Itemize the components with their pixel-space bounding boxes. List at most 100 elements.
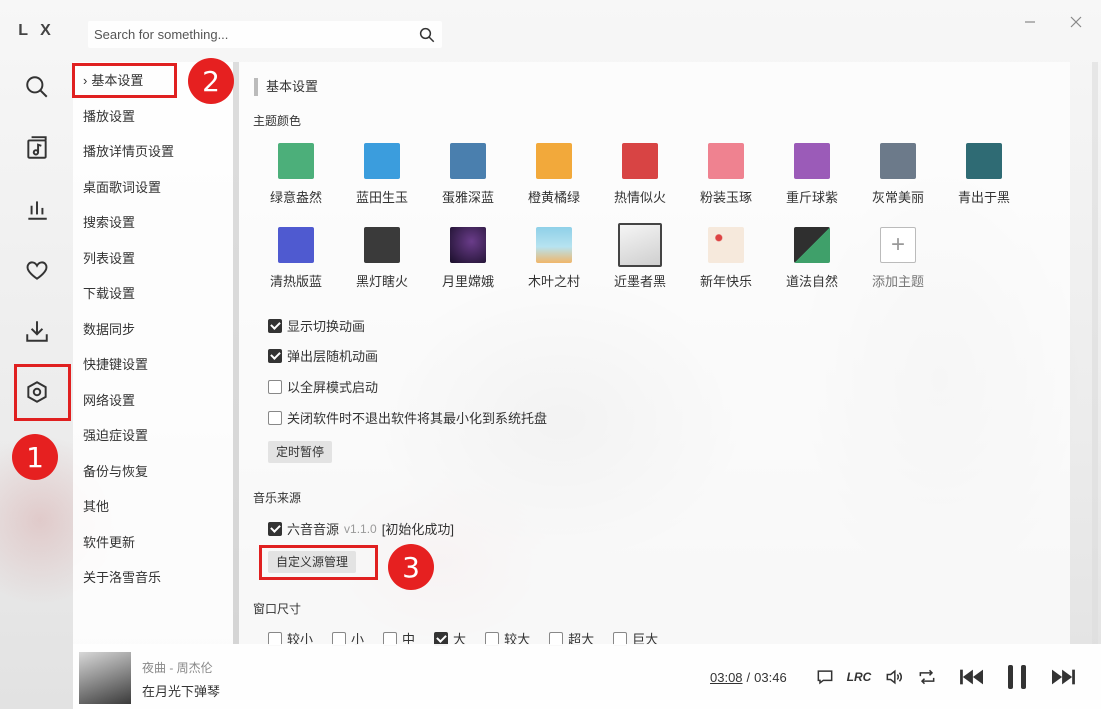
- rail-library-button[interactable]: [16, 127, 58, 169]
- nav-item-sync[interactable]: 数据同步: [83, 319, 135, 341]
- close-icon: [1070, 16, 1082, 28]
- nav-item-desktop-lyric[interactable]: 桌面歌词设置: [83, 177, 161, 199]
- option-popup-animation[interactable]: 弹出层随机动画: [268, 346, 378, 365]
- theme-label: 绿意盎然: [269, 190, 322, 205]
- previous-button[interactable]: [957, 664, 987, 690]
- theme-option[interactable]: 蓝田生玉: [342, 143, 422, 206]
- theme-swatch: [708, 227, 744, 263]
- volume-button[interactable]: [882, 666, 906, 688]
- theme-option[interactable]: 重斤球紫: [772, 143, 852, 206]
- album-cover[interactable]: [79, 652, 131, 704]
- theme-option[interactable]: 黑灯瞎火: [342, 227, 422, 290]
- theme-option[interactable]: 橙黄橘绿: [514, 143, 594, 206]
- option-label: 关闭软件时不退出软件将其最小化到系统托盘: [287, 411, 548, 426]
- nav-item-update[interactable]: 软件更新: [83, 532, 135, 554]
- annotation-box-settings: [14, 364, 71, 421]
- theme-option[interactable]: 热情似火: [600, 143, 680, 206]
- option-fullscreen-start[interactable]: 以全屏模式启动: [268, 377, 378, 396]
- theme-option[interactable]: 木叶之村: [514, 227, 594, 290]
- checkbox[interactable]: [268, 348, 282, 363]
- nav-item-download[interactable]: 下载设置: [83, 283, 135, 305]
- theme-option[interactable]: 月里嫦娥: [428, 227, 508, 290]
- option-switch-animation[interactable]: 显示切换动画: [268, 316, 365, 335]
- checkbox[interactable]: [268, 379, 282, 394]
- theme-swatch: [708, 143, 744, 179]
- desktop-lyric-button[interactable]: LRC: [846, 666, 872, 688]
- theme-option[interactable]: 清热版蓝: [256, 227, 336, 290]
- theme-option[interactable]: 青出于黑: [944, 143, 1024, 206]
- theme-option[interactable]: 道法自然: [772, 227, 852, 290]
- next-icon: [1052, 669, 1075, 685]
- theme-label: 蓝田生玉: [355, 190, 408, 205]
- nav-item-other[interactable]: 其他: [83, 496, 109, 518]
- previous-icon: [960, 669, 983, 685]
- chart-icon: [28, 201, 47, 220]
- rail-charts-button[interactable]: [16, 188, 58, 230]
- theme-swatch: [880, 143, 916, 179]
- annotation-marker-2: 2: [188, 58, 234, 104]
- player-bar: [73, 644, 1101, 709]
- source-option[interactable]: 六音音源 v1.1.0 [初始化成功]: [268, 519, 454, 538]
- minimize-icon: [1025, 21, 1035, 23]
- nav-item-list[interactable]: 列表设置: [83, 248, 135, 270]
- theme-swatch: [618, 223, 662, 267]
- nav-item-ocd[interactable]: 强迫症设置: [83, 425, 148, 447]
- main-scrollbar[interactable]: [1092, 62, 1098, 644]
- nav-item-play-detail[interactable]: 播放详情页设置: [83, 141, 174, 163]
- option-minimize-to-tray[interactable]: 关闭软件时不退出软件将其最小化到系统托盘: [268, 408, 547, 427]
- nav-item-backup[interactable]: 备份与恢复: [83, 461, 148, 483]
- repeat-icon: [919, 669, 935, 685]
- theme-label: 近墨者黑: [613, 274, 666, 289]
- repeat-button[interactable]: [915, 666, 939, 688]
- theme-section-label: 主题颜色: [253, 114, 302, 128]
- minimize-button[interactable]: [1022, 14, 1038, 30]
- nav-item-about[interactable]: 关于洛雪音乐: [83, 567, 161, 589]
- theme-swatch: [794, 227, 830, 263]
- theme-label: 热情似火: [613, 190, 666, 205]
- download-icon: [26, 321, 48, 342]
- total-time: 03:46: [754, 670, 787, 685]
- theme-swatch: +: [880, 227, 916, 263]
- source-section-label: 音乐来源: [253, 491, 302, 505]
- theme-swatch: [278, 143, 314, 179]
- theme-label: 灰常美丽: [871, 190, 924, 205]
- search-submit-button[interactable]: [412, 21, 442, 48]
- rail-search-button[interactable]: [16, 66, 58, 108]
- lyric-line: 在月光下弹琴: [142, 684, 221, 699]
- theme-option[interactable]: 蛋雅深蓝: [428, 143, 508, 206]
- nav-item-search[interactable]: 搜索设置: [83, 212, 135, 234]
- nav-item-hotkey[interactable]: 快捷键设置: [83, 354, 148, 376]
- heart-icon: [26, 261, 48, 280]
- theme-label: 重斤球紫: [785, 190, 838, 205]
- close-button[interactable]: [1068, 14, 1084, 30]
- theme-label: 黑灯瞎火: [355, 274, 408, 289]
- timer-pause-button[interactable]: 定时暂停: [268, 441, 333, 463]
- theme-label: 粉装玉琢: [699, 190, 752, 205]
- checkbox[interactable]: [268, 410, 282, 425]
- theme-option-selected[interactable]: 近墨者黑: [600, 223, 680, 290]
- theme-option[interactable]: 灰常美丽: [858, 143, 938, 206]
- theme-option[interactable]: 粉装玉琢: [686, 143, 766, 206]
- checkbox[interactable]: [268, 318, 282, 333]
- comment-button[interactable]: [814, 666, 836, 688]
- annotation-box-basic-settings: [72, 63, 177, 98]
- theme-option[interactable]: 新年快乐: [686, 227, 766, 290]
- volume-icon: [886, 669, 903, 685]
- pause-button[interactable]: [1002, 661, 1032, 693]
- rail-favorites-button[interactable]: [16, 249, 58, 291]
- theme-swatch: [536, 143, 572, 179]
- search-bar[interactable]: [88, 21, 442, 48]
- rail-download-button[interactable]: [16, 310, 58, 352]
- time-separator: /: [746, 670, 751, 685]
- add-theme-button[interactable]: + 添加主题: [858, 227, 938, 290]
- option-label: 弹出层随机动画: [287, 349, 379, 364]
- music-library-icon: [27, 136, 47, 159]
- nav-item-network[interactable]: 网络设置: [83, 390, 135, 412]
- nav-item-playback[interactable]: 播放设置: [83, 106, 135, 128]
- next-button[interactable]: [1048, 664, 1078, 690]
- theme-option[interactable]: 绿意盎然: [256, 143, 336, 206]
- current-time: 03:08: [710, 670, 743, 685]
- search-input[interactable]: [88, 27, 412, 42]
- theme-swatch: [450, 143, 486, 179]
- checkbox[interactable]: [268, 521, 282, 536]
